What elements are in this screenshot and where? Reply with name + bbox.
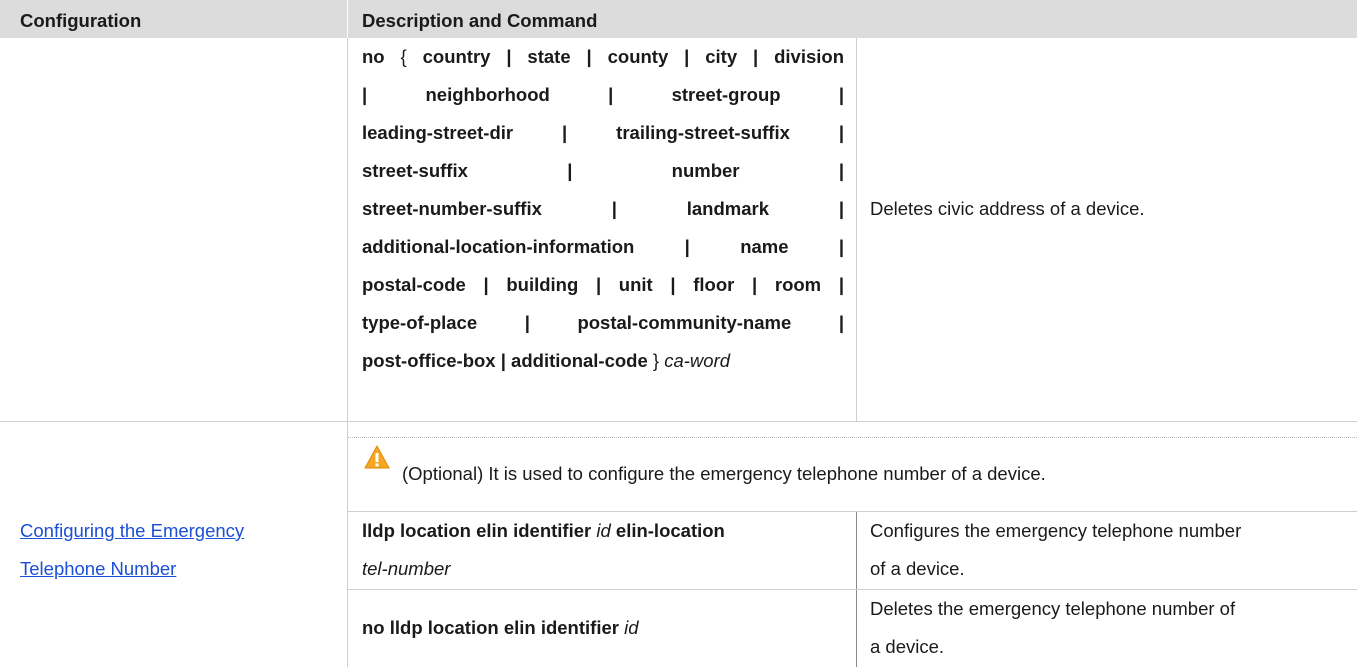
link-line: Configuring the Emergency — [20, 520, 245, 541]
configuring-emergency-number-link-2[interactable]: Telephone Number — [20, 550, 176, 588]
command-line: type-of-place | postal-community-name | — [362, 312, 845, 333]
header-configuration: Configuration — [20, 10, 142, 31]
header-description: Description and Command — [362, 10, 598, 31]
elin-command-arg: tel-number — [362, 558, 451, 579]
row1-description: Deletes civic address of a device. — [870, 198, 1145, 219]
no-elin-description-line: a device. — [870, 636, 945, 657]
row-divider — [0, 421, 1357, 422]
header-divider — [347, 0, 348, 38]
configuring-emergency-number-link[interactable]: Configuring the Emergency — [20, 512, 244, 550]
command-line: leading-street-dir | trailing-street-suf… — [362, 122, 845, 143]
link-line: Telephone Number — [20, 558, 177, 579]
column-divider — [347, 38, 348, 667]
command-line: post-office-box | additional-code } ca-w… — [362, 350, 731, 371]
elin-command: lldp location elin identifier id elin-lo… — [362, 520, 725, 541]
table-header: Configuration Description and Command — [0, 0, 1357, 38]
command-line: no { country | state | county | city | d… — [362, 46, 844, 67]
elin-description-line: of a device. — [870, 558, 965, 579]
command-line: | neighborhood | street-group | — [362, 84, 845, 105]
note-top-divider — [348, 437, 1357, 438]
row1-inner-divider — [856, 38, 857, 421]
no-elin-command: no lldp location elin identifier id — [362, 617, 639, 638]
command-line: postal-code | building | unit | floor | … — [362, 274, 844, 295]
elin-description-line: Configures the emergency telephone numbe… — [870, 520, 1242, 541]
command-line: additional-location-information | name | — [362, 236, 845, 257]
command-line: street-suffix | number | — [362, 160, 844, 181]
warning-triangle-icon — [364, 445, 390, 469]
no-elin-description-line: Deletes the emergency telephone number o… — [870, 598, 1236, 619]
command-line: street-number-suffix | landmark | — [362, 198, 845, 219]
note-text: (Optional) It is used to configure the e… — [402, 463, 1046, 484]
